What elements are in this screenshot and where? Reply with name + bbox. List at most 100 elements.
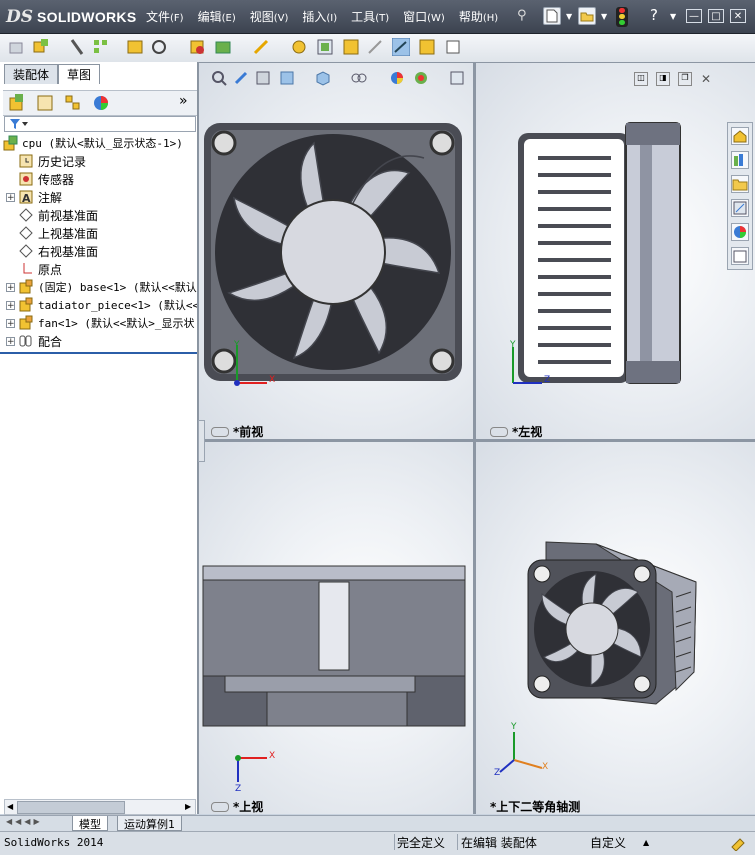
viewport-front[interactable]: Y X *前视 <box>199 63 473 439</box>
scroll-left-icon[interactable]: ◀ <box>7 802 13 811</box>
menu-item-6[interactable]: 帮助(H) <box>459 8 498 25</box>
hole-alignment-icon[interactable] <box>444 38 462 56</box>
menu-item-4[interactable]: 工具(T) <box>351 8 389 25</box>
open-folder-icon[interactable] <box>578 7 596 25</box>
menu-item-0[interactable]: 文件(F) <box>146 8 184 25</box>
expand-plus-icon[interactable]: + <box>6 318 15 328</box>
tree-item[interactable]: 右视基准面 <box>0 242 197 260</box>
menu-item-2[interactable]: 视图(V) <box>250 8 289 25</box>
explode-line-sketch-icon[interactable] <box>366 38 384 56</box>
expand-plus-icon[interactable]: + <box>6 336 15 346</box>
units-menu-caret-icon[interactable]: ▲ <box>643 834 649 850</box>
tree-item[interactable]: + tadiator_piece<1> (默认<<默 <box>0 296 197 314</box>
custom-properties-icon[interactable] <box>731 247 749 265</box>
tab-navigation-arrows-icon[interactable]: ◀◀◀▶ <box>6 817 43 826</box>
chevron-down-icon[interactable]: ▼ <box>601 12 607 21</box>
apply-scene-icon[interactable] <box>413 70 429 86</box>
tree-filter-input[interactable] <box>4 116 196 132</box>
expand-plus-icon[interactable]: + <box>6 192 15 202</box>
new-document-icon[interactable] <box>543 7 561 25</box>
chevron-down-icon[interactable]: ▼ <box>670 12 676 21</box>
link-views-icon[interactable] <box>490 426 508 437</box>
feature-manager-icon[interactable] <box>7 93 27 113</box>
tree-item[interactable]: + 配合 <box>0 332 197 350</box>
expand-panel-icon[interactable]: » <box>179 93 188 109</box>
mate-tool-icon[interactable] <box>68 38 86 56</box>
tab-model[interactable]: 模型 <box>72 816 108 831</box>
section-view-icon[interactable] <box>279 70 295 86</box>
view-settings-icon[interactable] <box>449 70 465 86</box>
axis-z-label: Z <box>494 768 501 778</box>
link-views-icon[interactable] <box>211 801 229 812</box>
expand-plus-icon[interactable]: + <box>6 282 15 292</box>
exploded-view-icon[interactable] <box>342 38 360 56</box>
viewport-restore-icon[interactable]: ❐ <box>678 72 692 86</box>
clearance-verification-icon[interactable] <box>418 38 436 56</box>
scrollbar-thumb[interactable] <box>17 801 125 814</box>
bill-of-materials-icon[interactable] <box>316 38 334 56</box>
close-button[interactable]: ✕ <box>730 9 746 23</box>
tab-motion-study-1[interactable]: 运动算例1 <box>117 816 182 831</box>
viewport-split-icon[interactable]: ◫ <box>634 72 648 86</box>
minimize-button[interactable]: — <box>686 9 702 23</box>
tab-assembly[interactable]: 装配体 <box>4 64 59 84</box>
restore-button[interactable]: □ <box>708 9 724 23</box>
viewport-left[interactable]: Y Z *左视 ◫ ◨ ❐ ✕ <box>476 63 755 439</box>
viewport-isometric[interactable]: Y X Z *上下二等角轴测 <box>476 442 755 814</box>
tree-item[interactable]: + (固定) base<1> (默认<<默认 <box>0 278 197 296</box>
assembly-tool-icon[interactable] <box>8 38 26 56</box>
menu-item-3[interactable]: 插入(I) <box>302 8 337 25</box>
tree-horizontal-scrollbar[interactable]: ◀ ▶ <box>4 799 196 815</box>
tree-item[interactable]: cpu (默认<默认_显示状态-1>) <box>0 134 199 152</box>
help-icon[interactable]: ? <box>650 6 658 24</box>
scroll-right-icon[interactable]: ▶ <box>185 802 191 811</box>
tree-item[interactable]: 历史记录 <box>0 152 197 170</box>
show-hidden-icon[interactable] <box>188 38 206 56</box>
linear-pattern-icon[interactable] <box>92 38 110 56</box>
zoom-to-fit-icon[interactable] <box>211 70 227 86</box>
zoom-to-area-icon[interactable] <box>233 70 249 86</box>
tree-item[interactable]: 上视基准面 <box>0 224 197 242</box>
tree-item[interactable]: 前视基准面 <box>0 206 197 224</box>
edit-appearance-icon[interactable] <box>389 70 405 86</box>
viewport-close-icon[interactable]: ✕ <box>700 72 712 86</box>
status-units[interactable]: 自定义 <box>590 834 626 850</box>
pin-icon[interactable]: ⚲ <box>517 8 533 24</box>
interference-detection-icon[interactable] <box>392 38 410 56</box>
link-views-icon[interactable] <box>211 426 229 437</box>
insert-component-icon[interactable] <box>32 38 50 56</box>
tree-item[interactable]: + fan<1> (默认<<默认>_显示状 <box>0 314 197 332</box>
solidworks-resources-icon[interactable] <box>731 127 749 145</box>
rebuild-status-icon[interactable] <box>730 835 746 851</box>
menu-item-5[interactable]: 窗口(W) <box>403 8 445 25</box>
menu-item-1[interactable]: 编辑(E) <box>198 8 236 25</box>
filter-icon[interactable] <box>9 118 29 130</box>
reference-geometry-icon[interactable] <box>252 38 270 56</box>
design-library-icon[interactable] <box>731 151 749 169</box>
display-manager-icon[interactable] <box>91 93 111 113</box>
tree-item[interactable]: 传感器 <box>0 170 197 188</box>
view-palette-icon[interactable] <box>731 199 749 217</box>
viewport-link-icon[interactable]: ◨ <box>656 72 670 86</box>
property-manager-icon[interactable] <box>35 93 55 113</box>
new-motion-study-icon[interactable] <box>290 38 308 56</box>
previous-view-icon[interactable] <box>255 70 271 86</box>
rebuild-traffic-light-icon[interactable] <box>616 7 628 27</box>
appearances-scenes-icon[interactable] <box>731 223 749 241</box>
tree-item[interactable]: + A 注解 <box>0 188 197 206</box>
view-orientation-icon[interactable] <box>315 70 331 86</box>
tab-sketch[interactable]: 草图 <box>58 64 101 84</box>
panel-splitter-handle[interactable] <box>198 420 205 462</box>
viewport-top[interactable]: X Z *上视 <box>199 442 473 814</box>
tree-item-label: (固定) base<1> (默认<<默认 <box>38 281 197 294</box>
smart-fastener-icon[interactable] <box>126 38 144 56</box>
move-component-icon[interactable] <box>150 38 168 56</box>
display-style-icon[interactable] <box>351 70 367 86</box>
file-explorer-icon[interactable] <box>731 175 749 193</box>
chevron-down-icon[interactable]: ▼ <box>566 12 572 21</box>
assembly-features-icon[interactable] <box>214 38 232 56</box>
expand-plus-icon[interactable]: + <box>6 300 15 310</box>
plane-icon <box>19 226 33 240</box>
tree-item[interactable]: 原点 <box>0 260 197 278</box>
configuration-manager-icon[interactable] <box>63 93 83 113</box>
